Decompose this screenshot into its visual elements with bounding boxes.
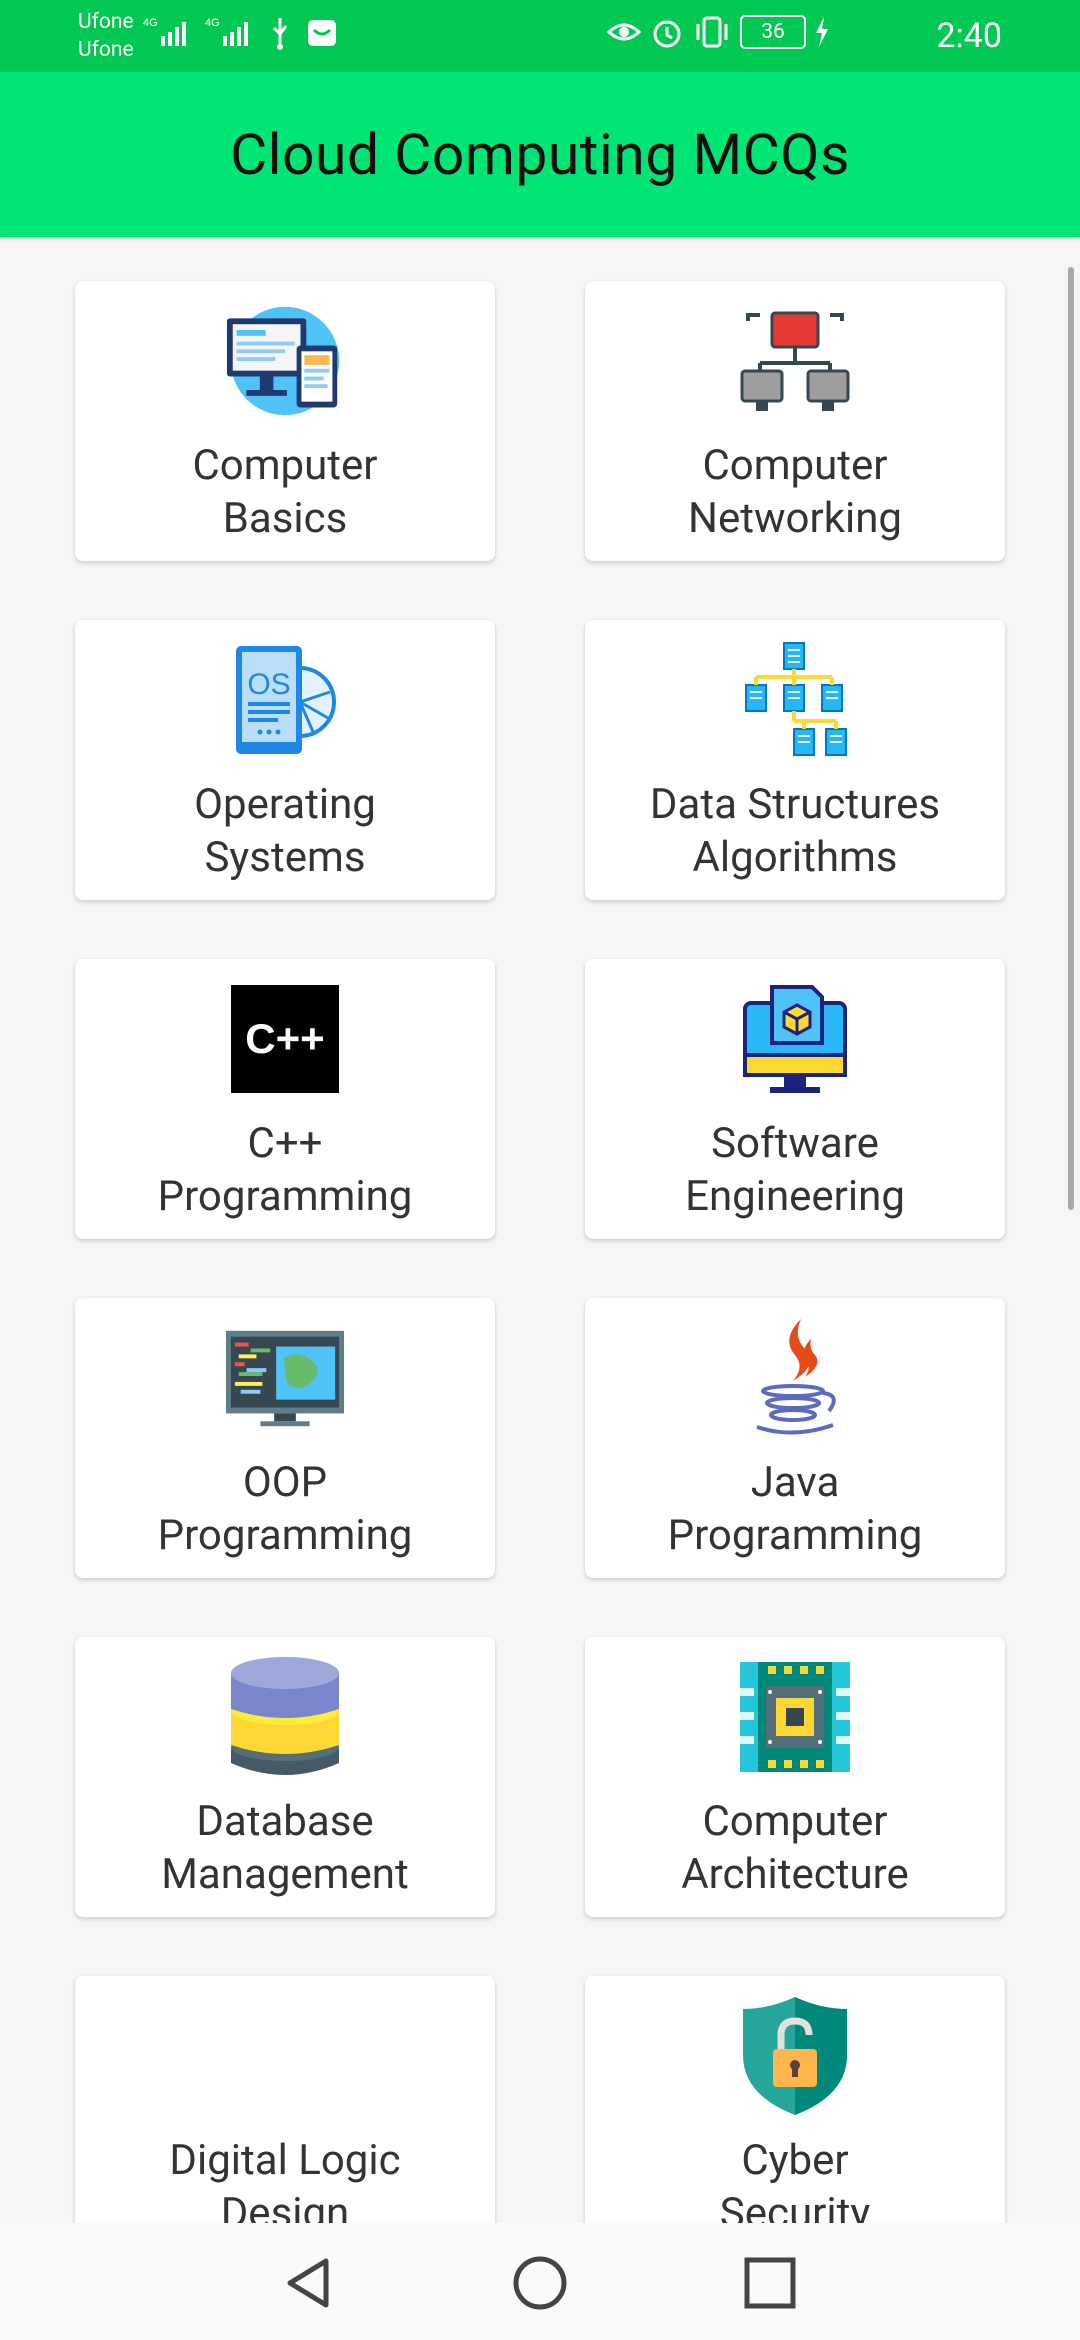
svg-text:C++: C++ xyxy=(245,1015,324,1062)
battery-icon: 36 xyxy=(740,15,806,49)
scrollbar[interactable] xyxy=(1068,267,1074,1210)
card-cpp-programming[interactable]: C++ C++ Programming xyxy=(75,959,495,1239)
oop-icon xyxy=(225,1318,345,1438)
signal-icon-2: 4G xyxy=(205,14,265,54)
card-software-engineering[interactable]: Software Engineering xyxy=(585,959,1005,1239)
computer-basics-icon xyxy=(225,301,345,421)
card-label: Software Engineering xyxy=(685,1119,905,1221)
card-label: Digital Logic Design xyxy=(169,2136,401,2237)
card-java-programming[interactable]: Java Programming xyxy=(585,1298,1005,1578)
java-icon xyxy=(735,1318,855,1438)
navigation-bar xyxy=(0,2223,1080,2340)
card-database-management[interactable]: Database Management xyxy=(75,1637,495,1917)
card-label: Cyber Security xyxy=(719,2136,871,2237)
alarm-icon xyxy=(653,20,681,48)
carrier-1: Ufone xyxy=(78,10,134,34)
category-grid: Computer Basics Computer Networking OS O… xyxy=(0,237,1080,2237)
charging-icon xyxy=(816,17,828,47)
card-label: C++ Programming xyxy=(157,1119,413,1221)
card-operating-systems[interactable]: OS Operating Systems xyxy=(75,620,495,900)
network-type-1: 4G xyxy=(143,17,158,29)
signal-icon: 4G xyxy=(143,14,203,54)
carrier-2: Ufone xyxy=(78,38,134,62)
card-computer-basics[interactable]: Computer Basics xyxy=(75,281,495,561)
database-icon xyxy=(225,1657,345,1777)
card-digital-logic-design[interactable]: Digital Logic Design xyxy=(75,1976,495,2237)
card-label: Computer Architecture xyxy=(681,1797,909,1899)
data-structure-icon xyxy=(735,640,855,760)
card-label: Operating Systems xyxy=(194,780,376,882)
clock: 2:40 xyxy=(936,16,1002,56)
card-label: Java Programming xyxy=(667,1458,923,1560)
card-label: OOP Programming xyxy=(157,1458,413,1560)
back-icon[interactable] xyxy=(282,2255,338,2311)
card-computer-networking[interactable]: Computer Networking xyxy=(585,281,1005,561)
card-label: Data Structures Algorithms xyxy=(649,780,941,882)
eye-comfort-icon xyxy=(606,23,642,41)
app-title: Cloud Computing MCQs xyxy=(230,121,850,188)
card-cyber-security[interactable]: Cyber Security xyxy=(585,1976,1005,2237)
os-icon: OS xyxy=(225,640,345,760)
usb-icon xyxy=(268,14,292,54)
software-engineering-icon xyxy=(735,979,855,1099)
card-label: Computer Basics xyxy=(192,441,378,543)
app-bar: Cloud Computing MCQs xyxy=(0,72,1080,237)
card-label: Database Management xyxy=(161,1797,409,1899)
svg-text:OS: OS xyxy=(247,668,290,701)
notification-icon xyxy=(306,14,338,54)
card-computer-architecture[interactable]: Computer Architecture xyxy=(585,1637,1005,1917)
card-data-structures[interactable]: Data Structures Algorithms xyxy=(585,620,1005,900)
status-icons-right: 36 xyxy=(606,14,830,50)
network-icon xyxy=(735,301,855,421)
chip-icon xyxy=(735,1657,855,1777)
network-type-2: 4G xyxy=(205,17,220,29)
recents-icon[interactable] xyxy=(742,2255,798,2311)
vibrate-icon xyxy=(696,16,728,48)
card-oop-programming[interactable]: OOP Programming xyxy=(75,1298,495,1578)
battery-level: 36 xyxy=(761,20,785,44)
security-shield-icon xyxy=(735,1996,855,2116)
status-bar: Ufone Ufone 4G 4G 36 2:40 xyxy=(0,0,1080,72)
home-icon[interactable] xyxy=(512,2255,568,2311)
cpp-icon: C++ xyxy=(225,979,345,1099)
carrier-labels: Ufone Ufone xyxy=(78,8,134,64)
card-label: Computer Networking xyxy=(688,441,902,543)
